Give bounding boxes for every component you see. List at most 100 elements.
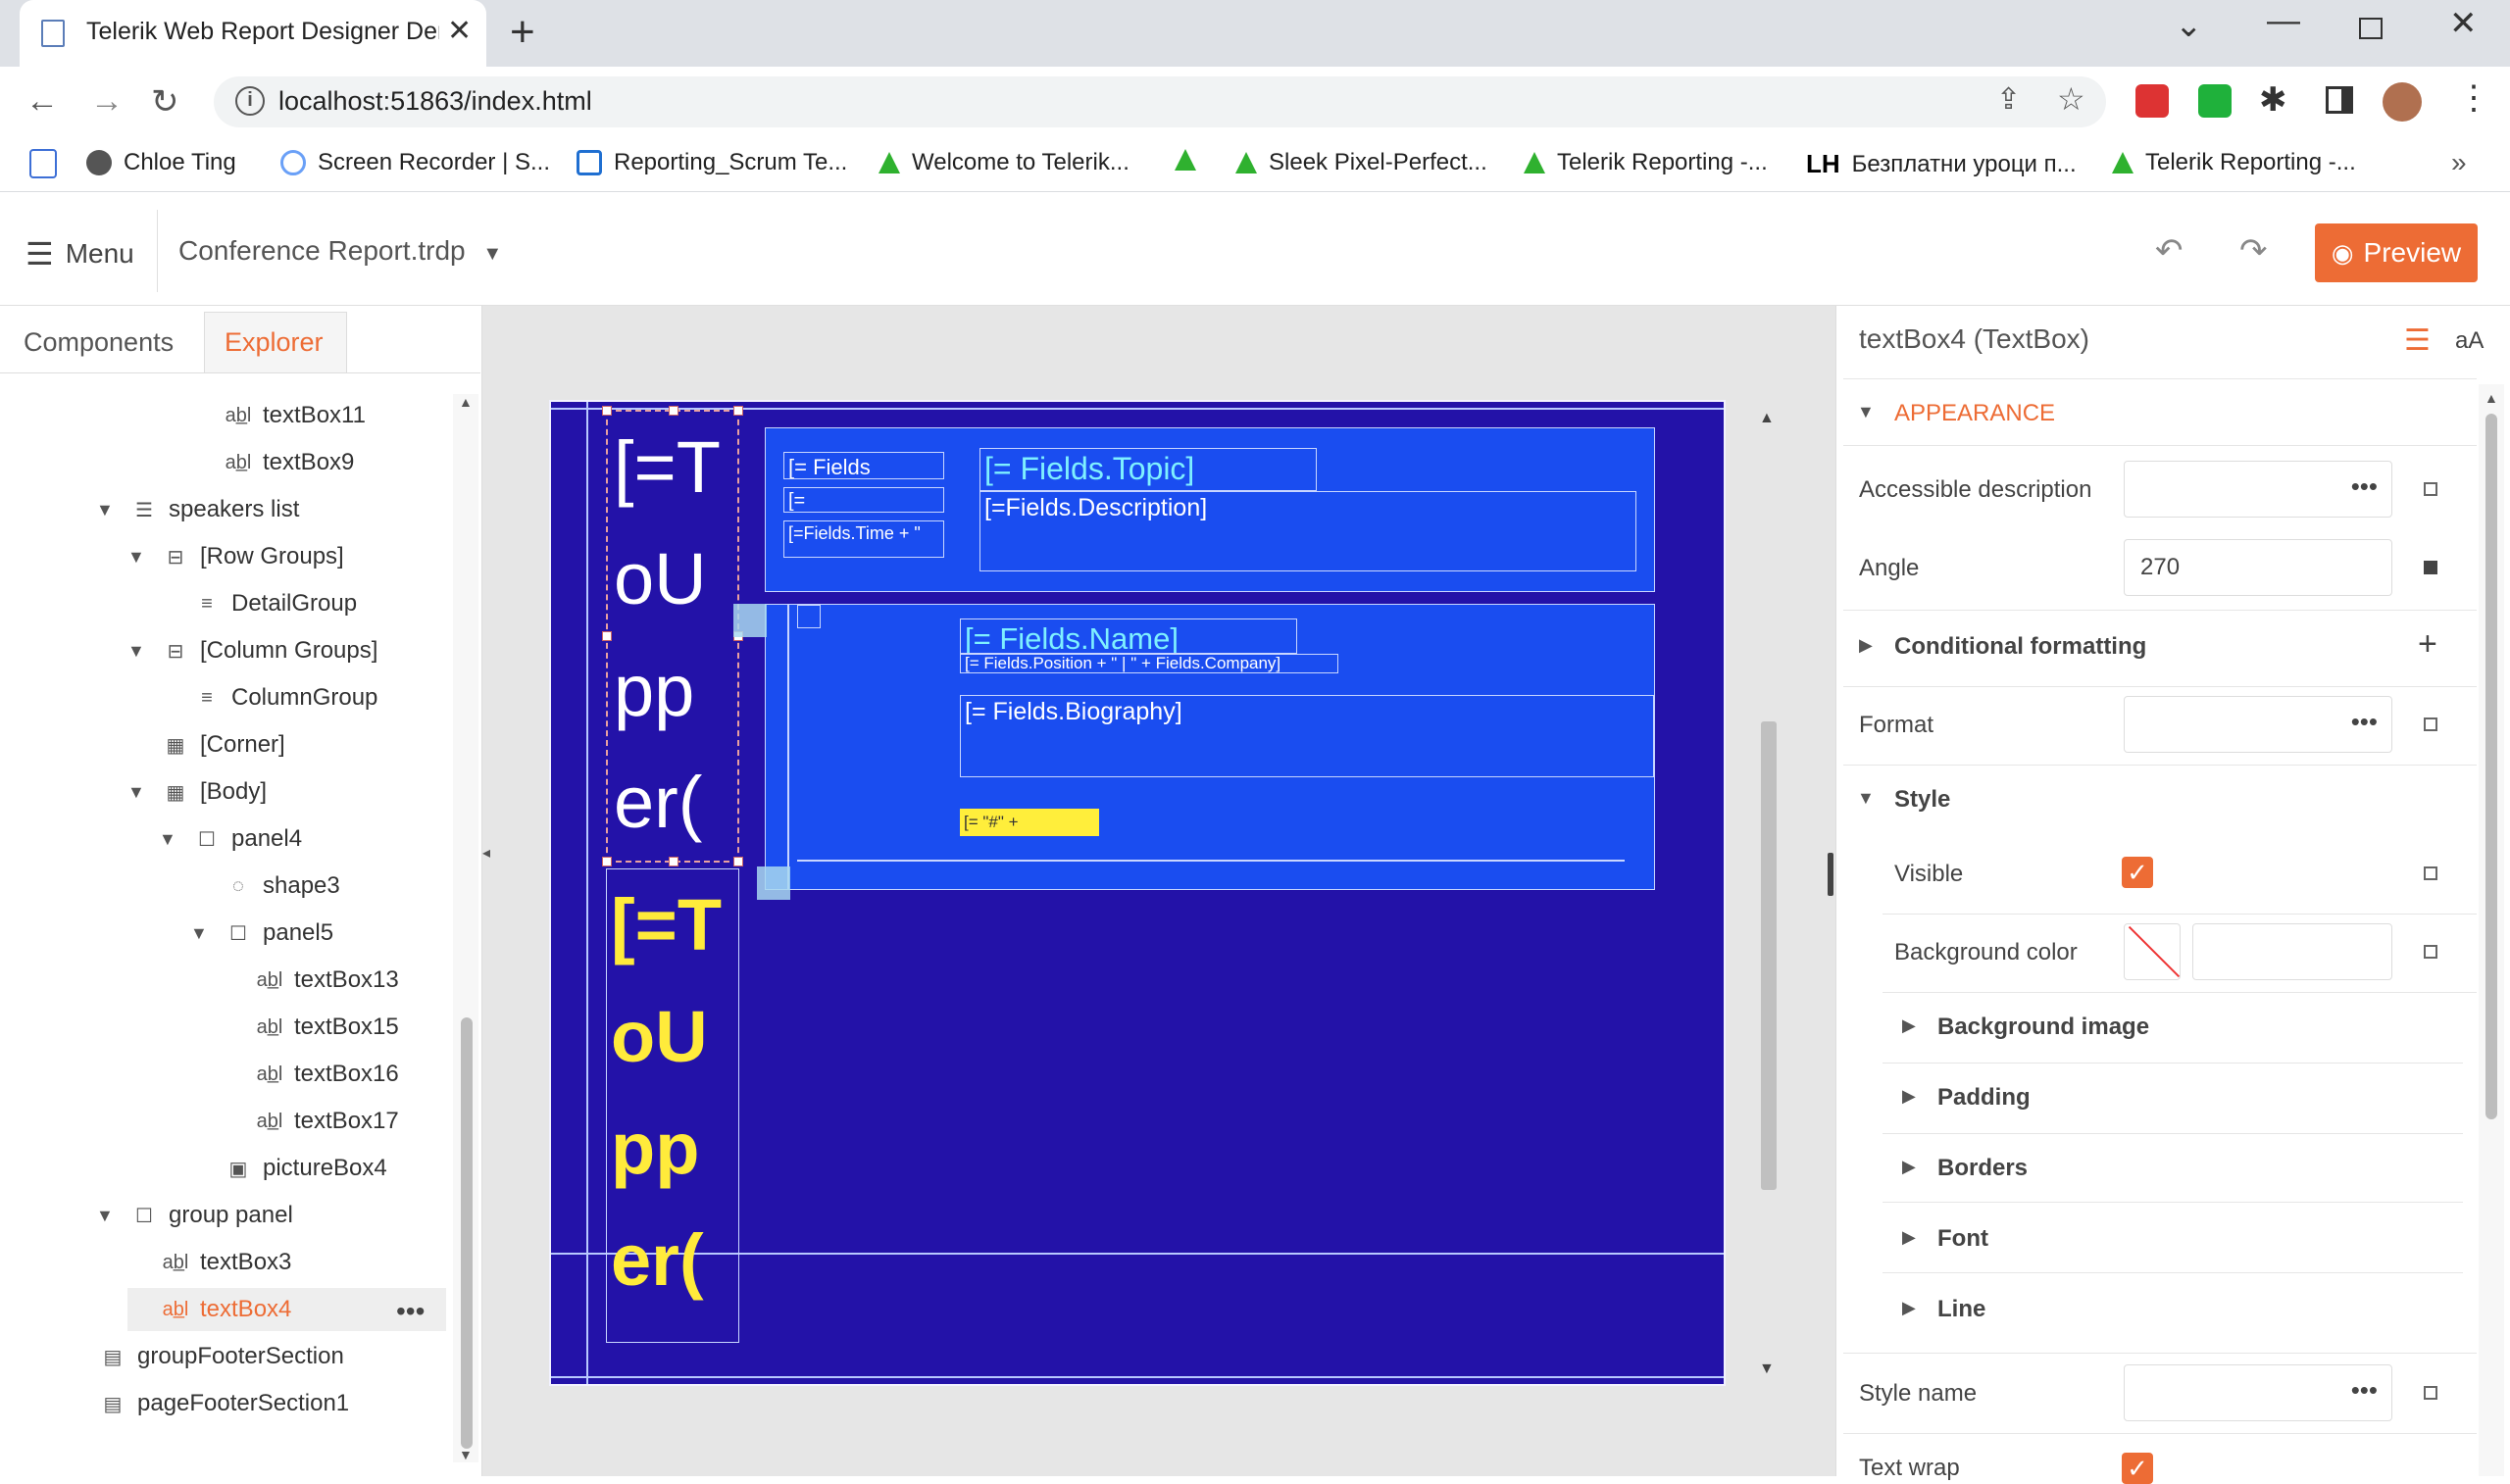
textbox3[interactable]: [=T oU pp er( "D — [606, 868, 739, 1343]
tree-item[interactable]: ab̲l textBox9 — [190, 441, 355, 484]
tree-item[interactable]: ab̲l textBox4 — [127, 1288, 292, 1331]
feedly-extension-icon[interactable] — [2198, 84, 2232, 118]
field-time[interactable]: [=Fields.Time + " — [783, 520, 944, 558]
tree-scrollbar[interactable]: ▲ ▼ — [453, 394, 478, 1462]
borders-label[interactable]: Borders — [1937, 1155, 2028, 1182]
alphabetical-view-icon[interactable]: aA — [2455, 327, 2484, 355]
tree-scrollbar-thumb[interactable] — [461, 1017, 473, 1449]
color-swatch[interactable] — [2124, 923, 2181, 980]
preview-button[interactable]: ◉ Preview — [2315, 223, 2478, 282]
expand-toggle-icon[interactable]: ▼ — [127, 641, 151, 662]
tree-item[interactable]: ab̲l textBox11 — [190, 394, 366, 437]
speaker-panel[interactable]: [= Fields.Name] [= Fields.Position + " |… — [765, 604, 1655, 890]
forward-icon[interactable]: → — [90, 82, 124, 121]
tree-item[interactable]: ▦ [Corner] — [127, 723, 285, 767]
tree-item[interactable]: ▼ ⊟ [Column Groups] — [127, 629, 377, 672]
collapse-icon[interactable]: ▼ — [1857, 788, 1875, 809]
tree-item[interactable]: ab̲l textBox13 — [222, 959, 399, 1002]
resize-handle[interactable] — [733, 857, 743, 866]
font-label[interactable]: Font — [1937, 1225, 1988, 1253]
angle-input[interactable]: 270 — [2124, 539, 2392, 596]
more-bookmarks-icon[interactable]: » — [2451, 147, 2467, 178]
bookmark-chloe-ting[interactable]: Chloe Ting — [86, 149, 236, 176]
collapse-icon[interactable]: ▼ — [1857, 402, 1875, 422]
minimize-icon[interactable]: — — [2267, 2, 2300, 40]
close-tab-icon[interactable]: ✕ — [447, 14, 472, 48]
omnibox[interactable]: i localhost:51863/index.html ⇪ ☆ — [214, 76, 2106, 127]
expand-icon[interactable]: ▶ — [1902, 1227, 1916, 1248]
expand-toggle-icon[interactable]: ▼ — [159, 829, 182, 850]
tree-item[interactable]: ab̲l textBox15 — [222, 1006, 399, 1049]
line-label[interactable]: Line — [1937, 1296, 1985, 1323]
tree-item[interactable]: ▼ ☰ speakers list — [96, 488, 299, 531]
tree-item[interactable]: ▼ ☐ panel5 — [190, 912, 333, 955]
textbox4-selected[interactable]: [=T oU pp er( — [606, 410, 739, 863]
tree-item[interactable]: ▼ ▦ [Body] — [127, 770, 267, 814]
tree-item[interactable]: ≡ ColumnGroup — [159, 676, 377, 719]
bookmark-welcome-telerik[interactable]: Welcome to Telerik... — [878, 149, 1130, 176]
tree-item[interactable]: ≡ DetailGroup — [159, 582, 357, 625]
profile-avatar[interactable] — [2383, 82, 2422, 122]
right-splitter[interactable] — [1828, 853, 1833, 896]
reset-icon[interactable] — [2424, 945, 2437, 959]
tree-item[interactable]: ▼ ☐ group panel — [96, 1194, 293, 1237]
add-icon[interactable]: + — [2418, 625, 2437, 664]
field-description[interactable]: [=Fields.Description] — [979, 491, 1636, 571]
tab-explorer[interactable]: Explorer — [204, 312, 347, 372]
tree-item[interactable]: ▼ ⊟ [Row Groups] — [127, 535, 344, 578]
scroll-up-icon[interactable]: ▲ — [1759, 410, 1775, 427]
field-biography[interactable]: [= Fields.Biography] — [960, 695, 1654, 777]
background-color-input[interactable] — [2192, 923, 2392, 980]
properties-scrollbar[interactable]: ▲ — [2479, 384, 2504, 1476]
item-more-options-icon[interactable]: ••• — [396, 1296, 425, 1327]
scroll-down-icon[interactable]: ▼ — [459, 1447, 473, 1462]
resize-handle[interactable] — [669, 857, 678, 866]
browser-menu-icon[interactable]: ⋮ — [2457, 78, 2490, 118]
field-hash[interactable]: [= "#" + — [960, 809, 1099, 836]
menu-button[interactable]: ☰ Menu — [25, 235, 134, 272]
expand-toggle-icon[interactable]: ▼ — [96, 1206, 120, 1226]
padding-label[interactable]: Padding — [1937, 1084, 2031, 1112]
tree-item[interactable]: ▼ ☐ panel4 — [159, 817, 302, 861]
visible-checkbox[interactable]: ✓ — [2122, 857, 2153, 888]
expand-toggle-icon[interactable]: ▼ — [96, 500, 120, 520]
bookmark-shield-icon[interactable] — [29, 149, 57, 178]
tab-search-icon[interactable]: ⌄ — [2175, 6, 2203, 45]
conditional-formatting-label[interactable]: Conditional formatting — [1894, 633, 2146, 661]
back-icon[interactable]: ← — [25, 82, 59, 121]
side-panel-icon[interactable] — [2326, 86, 2353, 114]
expand-toggle-icon[interactable]: ▼ — [127, 782, 151, 803]
tree-item[interactable]: ◌ shape3 — [190, 865, 340, 908]
field-name[interactable]: [= Fields.Name] — [960, 618, 1297, 654]
bookmark-sleek-pixel[interactable]: Sleek Pixel-Perfect... — [1235, 149, 1487, 176]
resize-handle[interactable] — [602, 631, 612, 641]
reset-icon[interactable] — [2424, 1386, 2437, 1400]
bookmark-reporting-scrum[interactable]: Reporting_Scrum Te... — [577, 149, 847, 176]
reload-icon[interactable]: ↻ — [151, 82, 179, 122]
expand-icon[interactable]: ▶ — [1902, 1157, 1916, 1177]
expand-icon[interactable]: ▶ — [1902, 1015, 1916, 1036]
extensions-puzzle-icon[interactable]: ✱ — [2259, 80, 2287, 120]
categorized-view-icon[interactable]: ☰ — [2404, 323, 2431, 358]
ellipsis-icon[interactable]: ••• — [2351, 471, 2378, 502]
field-position[interactable]: [= Fields.Position + " | " + Fields.Comp… — [960, 654, 1338, 673]
appearance-section[interactable]: APPEARANCE — [1894, 400, 2055, 427]
expand-icon[interactable]: ▶ — [1902, 1086, 1916, 1107]
canvas-scrollbar-thumb[interactable] — [1761, 721, 1777, 1190]
reset-icon[interactable] — [2424, 482, 2437, 496]
canvas-scrollbar[interactable]: ▲ ▼ — [1755, 400, 1782, 1386]
bookmark-telerik-reporting-2[interactable]: Telerik Reporting -... — [2112, 149, 2356, 176]
tree-item[interactable]: ▤ groupFooterSection — [65, 1335, 344, 1378]
close-window-icon[interactable]: ✕ — [2449, 4, 2478, 43]
report-page[interactable]: [=T oU pp er( [=T oU pp er( "D [= Fields… — [549, 400, 1726, 1386]
session-row[interactable]: [= Fields [= [=Fields.Time + " [= Fields… — [765, 427, 1655, 592]
bookmark-telerik-reporting-1[interactable]: Telerik Reporting -... — [1524, 149, 1768, 176]
bookmark-telerik-icon-only[interactable] — [1175, 149, 1196, 171]
tree-item[interactable]: ab̲l textBox17 — [222, 1100, 399, 1143]
undo-icon[interactable]: ↶ — [2155, 231, 2184, 271]
tree-item[interactable]: ab̲l textBox16 — [222, 1053, 399, 1096]
new-tab-icon[interactable]: + — [510, 8, 535, 57]
expand-toggle-icon[interactable]: ▼ — [127, 547, 151, 568]
restore-icon[interactable] — [2359, 18, 2383, 39]
tree-item[interactable]: ab̲l textBox3 — [127, 1241, 292, 1284]
